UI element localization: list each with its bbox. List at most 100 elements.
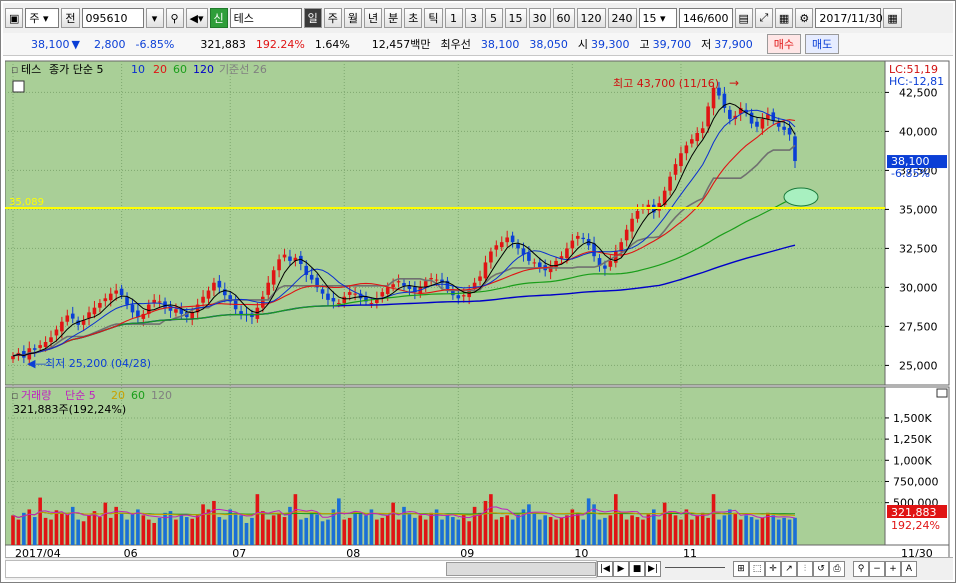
annotation-ellipse[interactable] [783,187,819,207]
volume-bar [782,517,786,545]
interval-select[interactable]: 15 ▾ [638,8,677,28]
candle-body [505,237,509,243]
buy-button[interactable]: 매수 [766,34,802,54]
candle-body [32,348,37,350]
reset-icon[interactable]: ↺ [813,561,829,577]
volume-bar [478,512,482,545]
sell-button[interactable]: 매도 [805,34,840,54]
period-minute-tab[interactable]: 분 [384,8,403,28]
interval-120[interactable]: 120 [576,8,606,28]
volume-bar [396,519,401,545]
candle-body [787,127,792,135]
panel-collapse-icon[interactable] [936,388,948,398]
period-second-tab[interactable]: 초 [404,8,423,28]
volume-bar [695,515,700,545]
volume-bar [364,515,368,545]
volume-bar [16,519,21,545]
volume-bar [418,515,423,545]
volume-bar [342,519,347,545]
code-dropdown-icon[interactable]: ▾ [145,8,164,28]
table-toggle-icon[interactable] [12,80,25,93]
period-tick-tab[interactable]: 틱 [424,8,443,28]
interval-15[interactable]: 15 [504,8,527,28]
trend-icon[interactable]: ↗ [781,561,797,577]
window-icon[interactable]: ▣ [5,8,24,28]
candle-body [255,307,260,319]
volume-info: 321,883주(192,24%) [13,403,126,416]
code-input[interactable]: 095610 [81,8,144,28]
candle-body [391,284,395,288]
chart-toolbar: ▣ 주 ▾ 전 095610 ▾ ⚲ ◀▾ 신 테스 일 주 월 년 분 초 틱… [3,3,953,33]
save-icon[interactable]: ▦ [774,8,794,28]
stock-name-field[interactable]: 테스 [229,8,302,28]
calendar-icon[interactable]: ▦ [883,8,902,28]
plus-icon[interactable]: + [885,561,901,577]
zoom-slider[interactable] [665,567,725,568]
panel-handle-icon: ▫ [11,63,18,76]
prev-button[interactable]: 전 [61,8,80,28]
candle-body [92,307,97,315]
high: 39,700 [652,37,692,51]
crosshair-icon[interactable]: ✛ [765,561,781,577]
period-month-tab[interactable]: 월 [343,8,363,28]
legend-vma120: 120 [151,389,172,402]
stock-chart[interactable]: 35,089 ▫ 테스 종가 단순 5 10 20 60 120 기준선 26 … [5,57,953,565]
volume-bar [635,517,640,545]
volume-bar [32,517,37,545]
volume-bar [369,509,374,545]
price-axis-label: 40,000 [899,125,938,138]
candle-body [755,121,759,127]
zoom-area-icon[interactable]: ⬚ [749,561,765,577]
scroll-thumb[interactable] [446,562,596,576]
count-field[interactable]: 146/600 [678,8,733,28]
play-icon[interactable]: ▶ [613,561,629,577]
market-select[interactable]: 주 ▾ [25,8,60,28]
gear-icon[interactable]: ⚙ [795,8,814,28]
print-icon[interactable]: ⎙ [829,561,845,577]
change: 2,800 [93,37,126,51]
draw-icon[interactable]: ⤢ [754,8,773,28]
stock-name-value: 테스 [233,12,254,25]
period-day-tab[interactable]: 일 [303,8,322,28]
candle-body [592,243,596,257]
legend-ma5: 종가 단순 5 [49,63,103,76]
interval-30[interactable]: 30 [528,8,551,28]
pan-icon[interactable]: ⊞ [733,561,749,577]
interval-3[interactable]: 3 [464,8,483,28]
font-icon[interactable]: A [901,561,917,577]
volume-bar [793,517,797,545]
bid1: 38,100 [480,37,520,51]
volume-bar [239,515,243,545]
volume-bar [271,515,276,545]
zoom-icon[interactable]: ⚲ [853,561,869,577]
interval-240[interactable]: 240 [607,8,637,28]
period-week-tab[interactable]: 주 [323,8,342,28]
volume-bar [277,512,281,545]
volume-bar [630,515,634,545]
vline-icon[interactable]: ⫶ [797,561,813,577]
candle-body [190,312,195,319]
candle-body [266,282,271,295]
volume-bar [548,517,553,545]
period-year-tab[interactable]: 년 [364,8,383,28]
date-field[interactable]: 2017/11/30 [815,8,883,28]
volume-bar [679,519,683,545]
interval-60[interactable]: 60 [552,8,575,28]
scroll-first-icon[interactable]: |◀ [597,561,613,577]
interval-1[interactable]: 1 [444,8,463,28]
scroll-track[interactable] [5,560,597,578]
legend-vma5: 단순 5 [65,389,96,402]
current-volume: 321,883 [891,506,937,519]
interval-5[interactable]: 5 [484,8,503,28]
minus-icon[interactable]: − [869,561,885,577]
volume-bar [320,521,325,545]
volume-bar [532,512,537,545]
stop-icon[interactable]: ■ [629,561,645,577]
scroll-last-icon[interactable]: ▶| [645,561,661,577]
chart-type-icon[interactable]: ▤ [734,8,753,28]
speaker-icon[interactable]: ◀▾ [185,8,208,28]
candle-body [793,136,797,162]
volume-bar [619,512,624,545]
search-icon[interactable]: ⚲ [165,8,184,28]
volume-bar [684,509,689,545]
